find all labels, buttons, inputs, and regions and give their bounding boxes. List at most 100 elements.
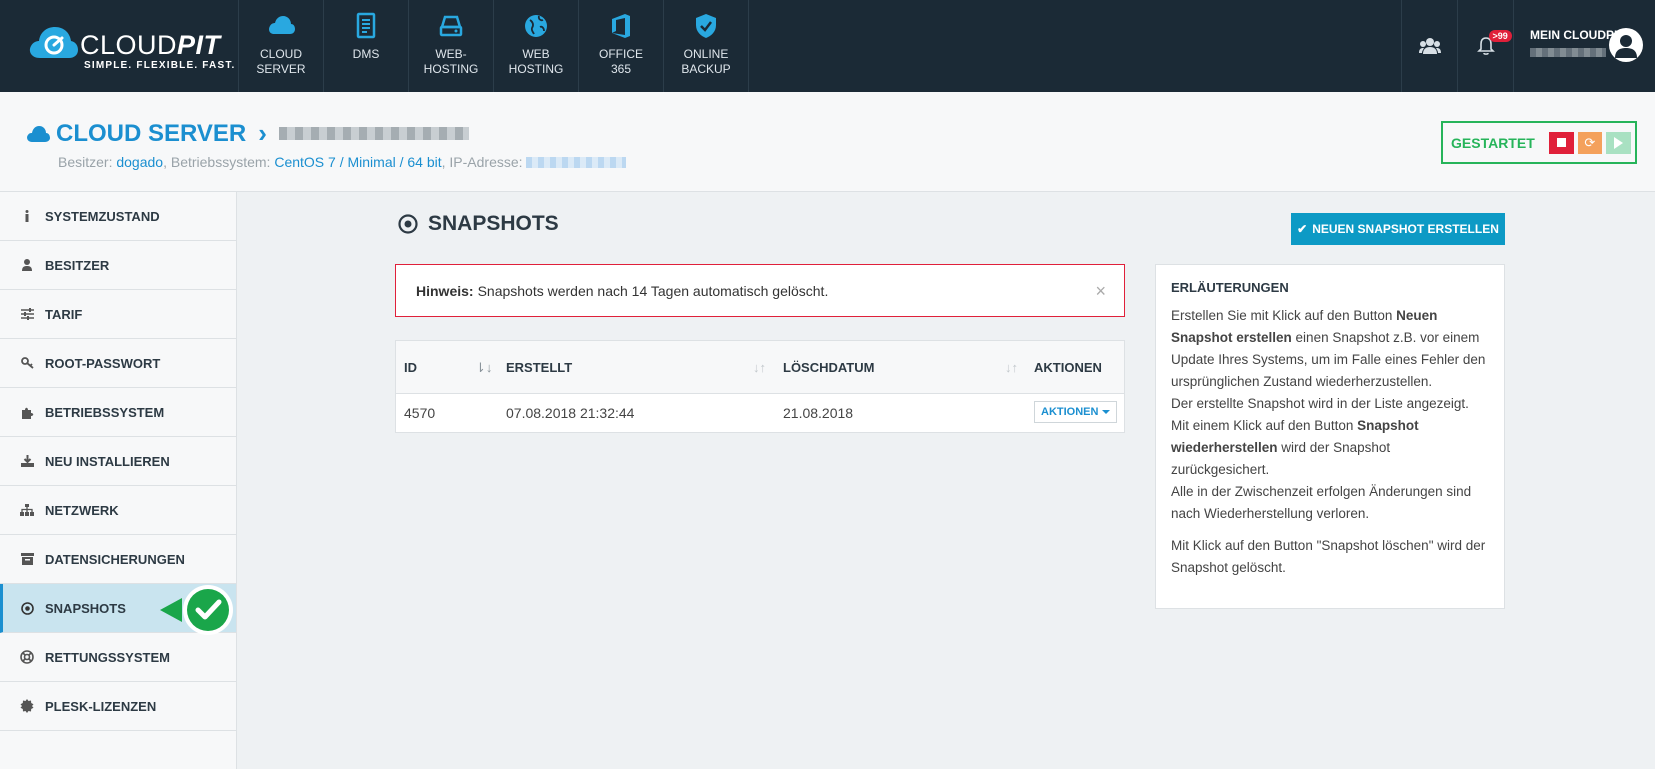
dot-circle-icon [20,601,34,615]
sidebar-item-label: RETTUNGSSYSTEM [45,649,170,665]
cloud-icon [269,16,295,34]
sidebar-item-besitzer[interactable]: BESITZER [0,241,236,290]
nav-web-hosting-2[interactable]: WEB HOSTING [494,0,579,92]
sidebar-item-neu-installieren[interactable]: NEU INSTALLIEREN [0,437,236,486]
cell-delete-date: 21.08.2018 [783,405,854,421]
ip-label: , IP-Adresse: [441,154,523,170]
alert-label: Hinweis: [416,282,474,299]
globe-icon [525,15,547,37]
owner-link[interactable]: dogado [116,154,163,170]
logo-wordmark: CLOUDPIT [80,30,221,60]
explanation-panel: ERLÄUTERUNGEN Erstellen Sie mit Klick au… [1155,264,1505,609]
sidebar-item-snapshots[interactable]: SNAPSHOTS [0,584,236,635]
actions-dropdown-button[interactable]: AKTIONEN [1034,401,1118,423]
sidebar: SYSTEMZUSTAND BESITZER TARIF ROOT-PASSWO… [0,192,237,769]
create-snapshot-button[interactable]: ✔ NEUEN SNAPSHOT ERSTELLEN [1291,213,1505,245]
sidebar-item-tarif[interactable]: TARIF [0,290,236,339]
account-menu[interactable]: MEIN CLOUDPIT [1513,0,1655,92]
sidebar-item-netzwerk[interactable]: NETZWERK [0,486,236,535]
snapshots-table: ID ⇂↓ ERSTELLT ↓↑ LÖSCHDATUM ↓↑ AKTIONEN… [395,340,1125,433]
owner-label: Besitzer: [58,154,113,170]
redacted-server-name [278,127,469,140]
column-header-id[interactable]: ID [404,360,417,375]
team-button[interactable] [1401,0,1457,92]
server-status-panel: GESTARTET ⟳ [1441,121,1637,164]
breadcrumb: CLOUD SERVER › [26,118,469,149]
page-title[interactable]: CLOUD SERVER [56,120,246,148]
panel-title: ERLÄUTERUNGEN [1171,280,1289,295]
sidebar-item-label: SNAPSHOTS [45,600,126,616]
column-header-actions: AKTIONEN [1034,360,1102,375]
product-nav: CLOUD SERVER DMS WEB- HOSTING WEB HOSTIN… [238,0,749,92]
sidebar-item-label: PLESK-LIZENZEN [45,698,157,714]
sidebar-item-datensicherungen[interactable]: DATENSICHERUNGEN [0,535,236,584]
avatar[interactable] [1609,28,1643,62]
notification-badge: >99 [1488,30,1512,42]
topbar-right: >99 MEIN CLOUDPIT [1401,0,1655,92]
sidebar-item-systemzustand[interactable]: SYSTEMZUSTAND [0,192,236,241]
info-alert: Hinweis: Snapshots werden nach 14 Tagen … [395,264,1125,317]
column-header-created[interactable]: ERSTELLT [506,360,572,375]
sidebar-item-rettungssystem[interactable]: RETTUNGSSYSTEM [0,633,236,682]
dot-circle-icon [398,214,418,234]
explanation-text: Erstellen Sie mit Klick auf den Button N… [1171,308,1486,521]
check-icon: ✔ [1297,222,1308,236]
sort-icon[interactable]: ↓↑ [1005,360,1018,375]
play-icon [1614,136,1624,149]
sidebar-item-label: BESITZER [45,257,110,273]
cell-id: 4570 [404,405,436,421]
users-icon [1418,38,1441,54]
nav-office-365[interactable]: OFFICE 365 [579,0,664,92]
sidebar-item-label: NEU INSTALLIEREN [45,453,170,469]
nav-label: ONLINE BACKUP [681,47,731,76]
nav-cloud-server[interactable]: CLOUD SERVER [239,0,324,92]
close-icon[interactable]: × [1095,281,1106,302]
nav-dms[interactable]: DMS [324,0,409,92]
nav-label: CLOUD SERVER [256,47,306,76]
download-icon [20,454,34,468]
table-row: 4570 07.08.2018 21:32:44 21.08.2018 AKTI… [396,394,1124,432]
sidebar-item-plesk-lizenzen[interactable]: PLESK-LIZENZEN [0,682,236,731]
life-ring-icon [20,650,34,664]
restart-button[interactable]: ⟳ [1577,131,1603,154]
stop-button[interactable] [1548,131,1574,154]
logo-tagline: SIMPLE. FLEXIBLE. FAST. [84,60,236,71]
redacted-ip-address [526,157,627,168]
server-drive-icon [439,15,463,37]
sort-desc-icon[interactable]: ⇂↓ [475,360,492,376]
os-link[interactable]: CentOS 7 / Minimal / 64 bit [274,154,441,170]
section-title: SNAPSHOTS [428,212,559,235]
document-icon [356,12,376,39]
button-label: AKTIONEN [1041,406,1099,418]
button-label: NEUEN SNAPSHOT ERSTELLEN [1312,222,1499,236]
nav-online-backup[interactable]: ONLINE BACKUP [664,0,749,92]
certificate-icon [20,699,34,713]
nav-label: WEB HOSTING [508,47,564,76]
active-checkmark-icon [160,585,233,635]
column-header-delete-date[interactable]: LÖSCHDATUM [783,360,874,375]
sitemap-icon [20,503,34,517]
nav-web-hosting-1[interactable]: WEB- HOSTING [409,0,494,92]
stop-icon [1556,138,1566,147]
start-button[interactable] [1606,131,1631,154]
info-icon [20,209,34,223]
nav-label: DMS [352,47,380,61]
sidebar-item-label: DATENSICHERUNGEN [45,551,185,567]
sort-icon[interactable]: ↓↑ [753,360,766,375]
cloudpit-logo[interactable]: CLOUDPIT SIMPLE. FLEXIBLE. FAST. [28,20,238,72]
sliders-icon [20,307,34,321]
alert-text: Snapshots werden nach 14 Tagen automatis… [477,282,829,299]
explanation-text-delete: Mit Klick auf den Button "Snapshot lösch… [1171,538,1486,575]
redacted-username [1530,48,1606,57]
sidebar-item-label: BETRIEBSSYSTEM [45,404,165,420]
sidebar-item-label: NETZWERK [45,502,119,518]
cell-created: 07.08.2018 21:32:44 [506,405,635,421]
breadcrumb-separator: › [258,118,267,148]
sidebar-item-betriebssystem[interactable]: BETRIEBSSYSTEM [0,388,236,437]
user-icon [20,258,34,272]
sidebar-item-label: SYSTEMZUSTAND [45,208,160,224]
office-icon [612,14,630,38]
cloud-icon [27,125,50,142]
sidebar-item-root-passwort[interactable]: ROOT-PASSWORT [0,339,236,388]
notifications-button[interactable]: >99 [1457,0,1513,92]
